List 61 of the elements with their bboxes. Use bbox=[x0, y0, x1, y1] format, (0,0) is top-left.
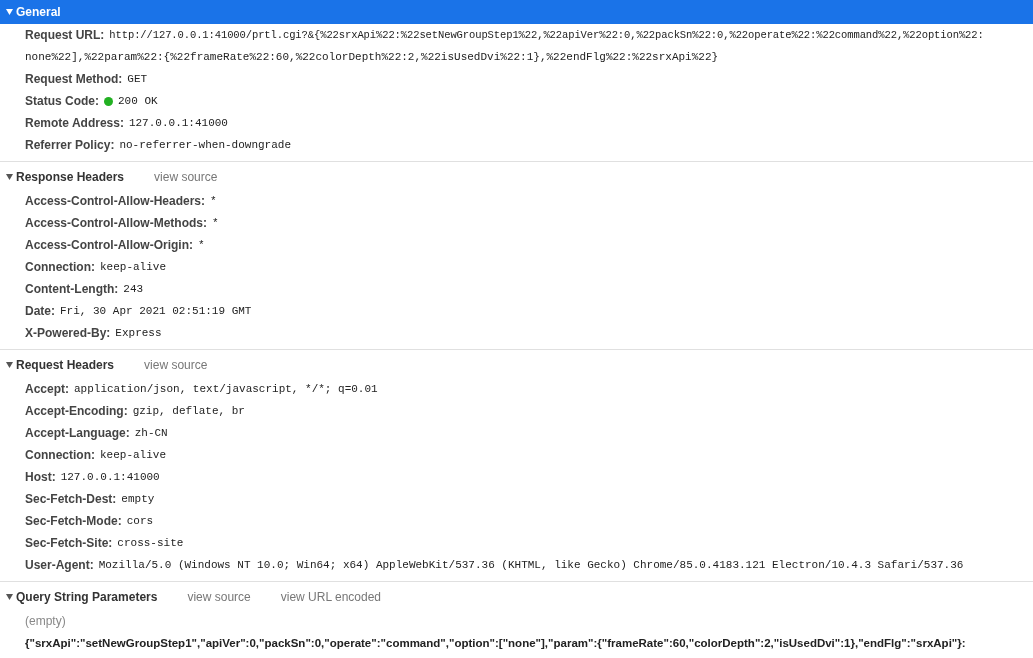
header-value: GET bbox=[127, 73, 148, 85]
header-value: cors bbox=[126, 515, 154, 527]
header-value: * bbox=[212, 217, 219, 229]
header-name: Sec-Fetch-Dest: bbox=[25, 492, 117, 506]
section-header[interactable]: Query String Parameters view source view URL encoded bbox=[0, 582, 1033, 610]
section-title: Query String Parameters bbox=[16, 589, 158, 604]
header-value: cross-site bbox=[117, 537, 184, 549]
header-name: Status Code: bbox=[25, 94, 99, 108]
header-value: http://127.0.0.1:41000/prtl.cgi?&{%22srxApi%22:%22setNewGroupStep1%22,%22apiVer%22:0,%22packSn%22:0,%22operate%22:%22command%22,%22option%22: bbox=[109, 29, 984, 41]
empty-note: (empty) bbox=[25, 614, 66, 628]
header-value: none%22],%22param%22:{%22frameRate%22:60,%22colorDepth%22:2,%22isUsedDvi%22:1},%22endFlg%22:%22srxApi%22} bbox=[25, 51, 719, 63]
view-source-link[interactable]: view source bbox=[187, 589, 251, 604]
header-name: Sec-Fetch-Mode: bbox=[25, 514, 122, 528]
triangle-icon bbox=[6, 593, 13, 600]
header-value: 243 bbox=[123, 283, 144, 295]
header-value: gzip, deflate, br bbox=[132, 405, 245, 417]
header-name: Accept-Language: bbox=[25, 426, 130, 440]
header-name: Connection: bbox=[25, 448, 95, 462]
view-source-link[interactable]: view source bbox=[144, 357, 208, 372]
section-header[interactable]: Response Headers view source bbox=[0, 162, 1033, 190]
header-name: Referrer Policy: bbox=[25, 138, 115, 152]
header-name: Access-Control-Allow-Origin: bbox=[25, 238, 193, 252]
header-name: Accept: bbox=[25, 382, 69, 396]
header-name: Access-Control-Allow-Methods: bbox=[25, 216, 207, 230]
header-value: keep-alive bbox=[100, 261, 166, 273]
section-title: General bbox=[16, 5, 61, 19]
header-value: Express bbox=[115, 327, 162, 339]
header-value: Mozilla/5.0 (Windows NT 10.0; Win64; x64) AppleWebKit/537.36 (KHTML, like Gecko) Chrome/85.0.4183.121 Electron/10.4.3 Safari/537.36 bbox=[98, 559, 964, 571]
header-value: no-referrer-when-downgrade bbox=[119, 139, 291, 151]
triangle-icon bbox=[6, 361, 13, 368]
header-name: Request Method: bbox=[25, 72, 123, 86]
header-name: Date: bbox=[25, 304, 55, 318]
header-value: 200 OK bbox=[118, 95, 158, 107]
section-header[interactable]: General bbox=[0, 0, 1033, 24]
section-header[interactable]: Request Headers view source bbox=[0, 350, 1033, 378]
header-value: * bbox=[210, 195, 217, 207]
query-parameter: {"srxApi":"setNewGroupStep1","apiVer":0,"packSn":0,"operate":"command","option":["none"],"param":{"frameRate":60,"colorDepth":2,"isUsedDvi":1},"endFlg":"srxApi"}: bbox=[25, 637, 966, 649]
triangle-icon bbox=[6, 9, 13, 15]
header-name: Accept-Encoding: bbox=[25, 404, 128, 418]
header-value: 127.0.0.1:41000 bbox=[128, 117, 228, 129]
header-value: zh-CN bbox=[134, 427, 168, 439]
header-name: Connection: bbox=[25, 260, 95, 274]
header-name: Content-Length: bbox=[25, 282, 119, 296]
header-name: Access-Control-Allow-Headers: bbox=[25, 194, 206, 208]
header-value: * bbox=[198, 239, 205, 251]
header-name: Request URL: bbox=[25, 28, 105, 42]
header-value: 127.0.0.1:41000 bbox=[60, 471, 160, 483]
header-name: Host: bbox=[25, 470, 56, 484]
view-source-link[interactable]: view URL encoded bbox=[280, 589, 382, 604]
section-title: Response Headers bbox=[16, 169, 125, 184]
header-name: Sec-Fetch-Site: bbox=[25, 536, 113, 550]
triangle-icon bbox=[6, 173, 13, 180]
section-title: Request Headers bbox=[16, 357, 115, 372]
header-value: Fri, 30 Apr 2021 02:51:19 GMT bbox=[60, 305, 252, 317]
header-value: keep-alive bbox=[100, 449, 166, 461]
header-value: application/json, text/javascript, */*; q=0.01 bbox=[74, 383, 378, 395]
header-name: X-Powered-By: bbox=[25, 326, 111, 340]
header-name: User-Agent: bbox=[25, 558, 94, 572]
header-value: empty bbox=[121, 493, 155, 505]
header-name: Remote Address: bbox=[25, 116, 124, 130]
view-source-link[interactable]: view source bbox=[154, 169, 218, 184]
